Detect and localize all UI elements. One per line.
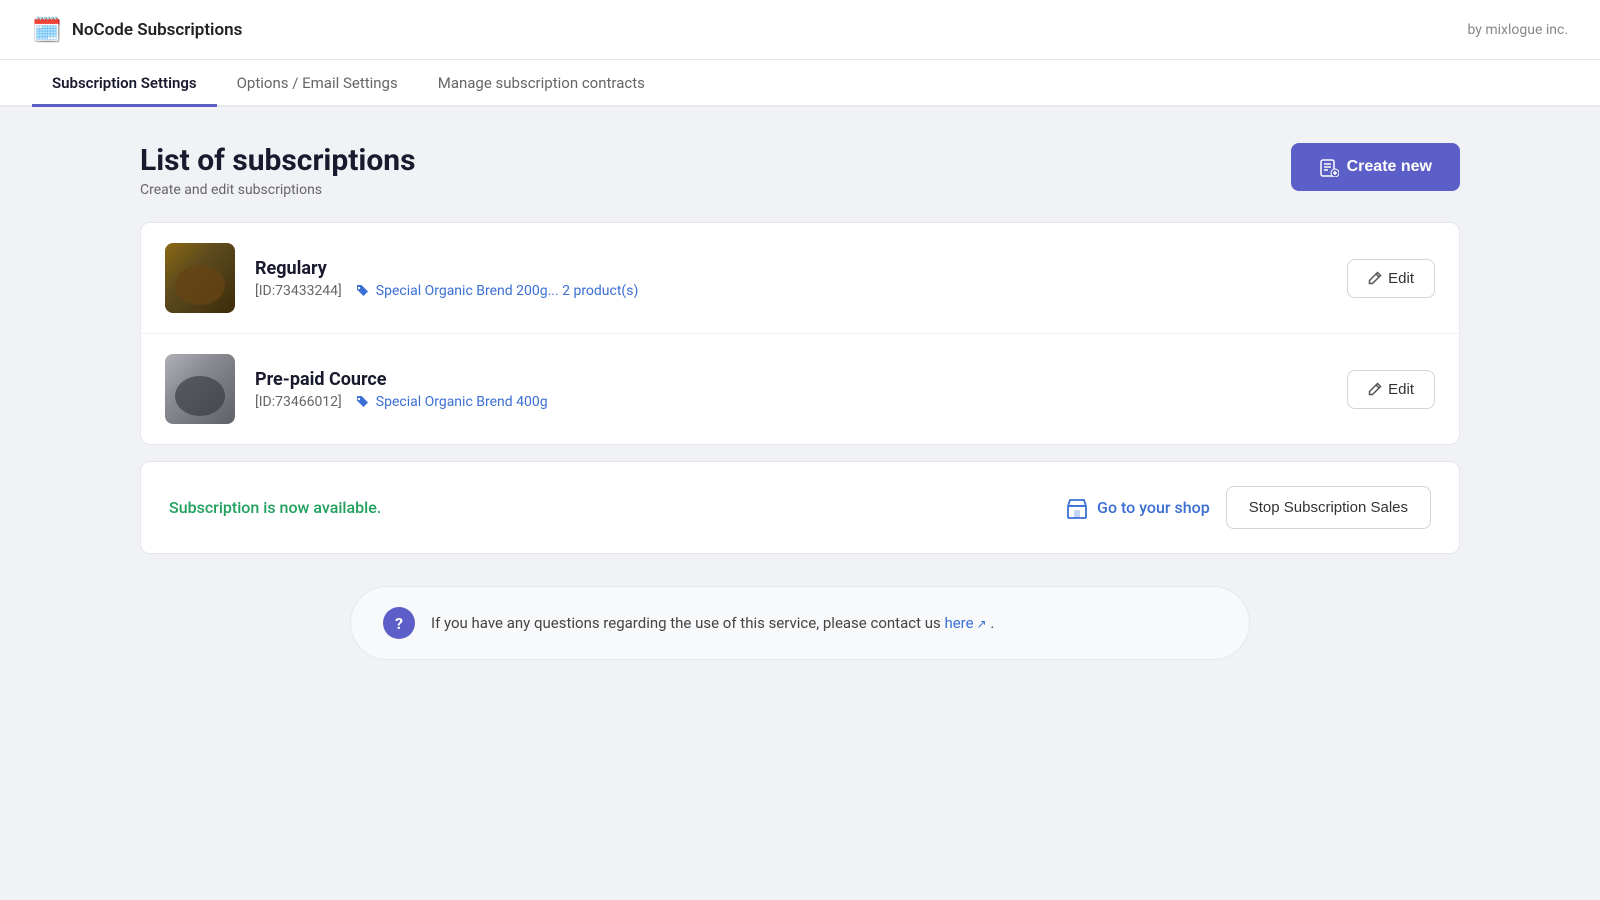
- shop-icon: [1065, 496, 1089, 520]
- app-header: 🗓️ NoCode Subscriptions by mixlogue inc.: [0, 0, 1600, 60]
- subscription-meta: [ID:73466012] Special Organic Brend 400g: [255, 394, 1327, 410]
- app-title: NoCode Subscriptions: [72, 20, 242, 40]
- tag-icon: [354, 394, 370, 410]
- tab-subscription-settings[interactable]: Subscription Settings: [32, 60, 217, 107]
- main-content: List of subscriptions Create and edit su…: [100, 107, 1500, 700]
- create-new-label: Create new: [1347, 158, 1432, 176]
- subscription-item: Regulary [ID:73433244] Special Organic B…: [141, 223, 1459, 334]
- app-icon: 🗓️: [32, 16, 62, 44]
- status-card: Subscription is now available. Go to you…: [140, 461, 1460, 554]
- help-icon: ?: [383, 607, 415, 639]
- subscription-id: [ID:73433244]: [255, 283, 342, 299]
- help-text: If you have any questions regarding the …: [431, 614, 994, 632]
- create-new-button[interactable]: Create new: [1291, 143, 1460, 191]
- subscription-meta: [ID:73433244] Special Organic Brend 200g…: [255, 283, 1327, 299]
- nav-tabs: Subscription Settings Options / Email Se…: [0, 60, 1600, 107]
- tab-manage-contracts[interactable]: Manage subscription contracts: [418, 60, 665, 107]
- status-actions: Go to your shop Stop Subscription Sales: [1065, 486, 1431, 529]
- edit-button-regulary[interactable]: Edit: [1347, 259, 1435, 298]
- page-header-text: List of subscriptions Create and edit su…: [140, 143, 416, 198]
- edit-icon: [1368, 382, 1382, 396]
- subscriptions-list: Regulary [ID:73433244] Special Organic B…: [140, 222, 1460, 445]
- shop-link-label: Go to your shop: [1097, 498, 1210, 517]
- help-link[interactable]: here: [944, 614, 986, 632]
- page-subtitle: Create and edit subscriptions: [140, 182, 416, 198]
- subscription-products-link[interactable]: Special Organic Brend 200g... 2 product(…: [354, 283, 639, 299]
- subscription-item: Pre-paid Cource [ID:73466012] Special Or…: [141, 334, 1459, 444]
- create-icon: [1319, 157, 1339, 177]
- go-to-shop-link[interactable]: Go to your shop: [1065, 496, 1210, 520]
- subscription-info: Pre-paid Cource [ID:73466012] Special Or…: [255, 369, 1327, 410]
- subscription-info: Regulary [ID:73433244] Special Organic B…: [255, 258, 1327, 299]
- edit-button-prepaid[interactable]: Edit: [1347, 370, 1435, 409]
- stop-subscription-button[interactable]: Stop Subscription Sales: [1226, 486, 1431, 529]
- subscription-id: [ID:73466012]: [255, 394, 342, 410]
- app-brand: 🗓️ NoCode Subscriptions: [32, 16, 242, 44]
- brand-label: by mixlogue inc.: [1467, 22, 1568, 38]
- help-section: ? If you have any questions regarding th…: [350, 586, 1250, 660]
- page-header: List of subscriptions Create and edit su…: [140, 143, 1460, 198]
- subscription-image: [165, 243, 235, 313]
- subscription-products-link[interactable]: Special Organic Brend 400g: [354, 394, 548, 410]
- tag-icon: [354, 283, 370, 299]
- edit-icon: [1368, 271, 1382, 285]
- status-text: Subscription is now available.: [169, 498, 381, 517]
- tab-options-email-settings[interactable]: Options / Email Settings: [217, 60, 418, 107]
- subscription-name: Pre-paid Cource: [255, 369, 1327, 390]
- subscription-name: Regulary: [255, 258, 1327, 279]
- page-title: List of subscriptions: [140, 143, 416, 178]
- subscription-image: [165, 354, 235, 424]
